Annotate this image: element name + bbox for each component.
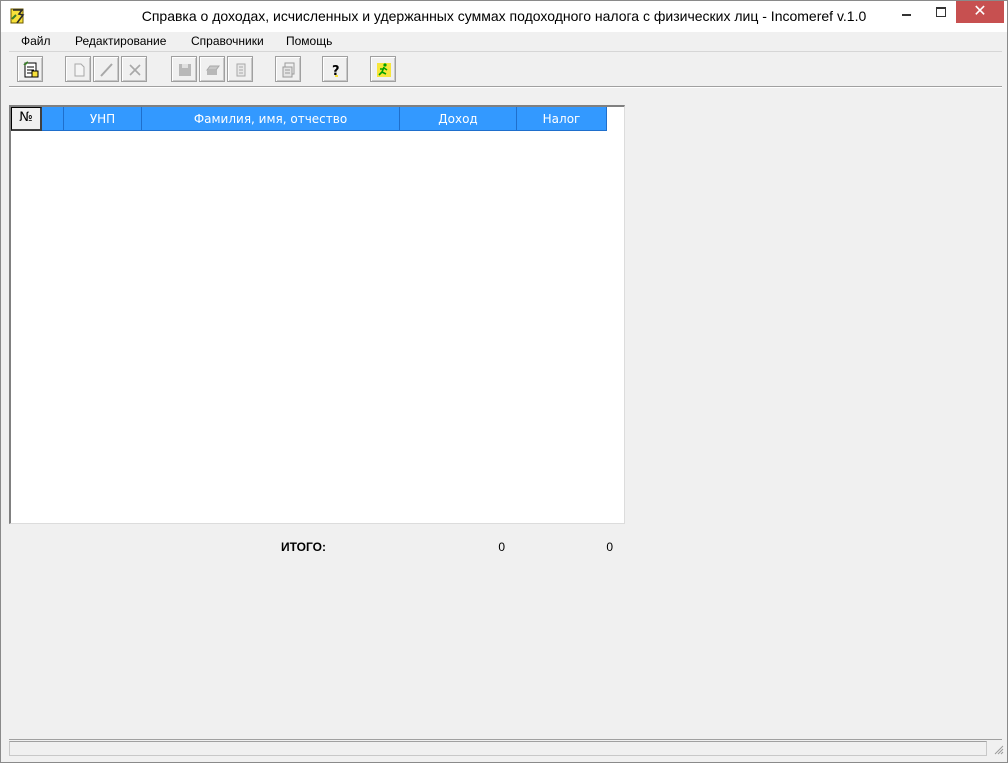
menu-help[interactable]: Помощь bbox=[286, 34, 332, 48]
exit-icon bbox=[377, 63, 391, 77]
resize-grip-icon[interactable] bbox=[992, 743, 1004, 755]
maximize-button[interactable] bbox=[926, 1, 956, 23]
open-document-icon bbox=[23, 61, 39, 78]
minimize-icon bbox=[902, 14, 911, 16]
toolbar: ? bbox=[9, 53, 1002, 85]
new-button[interactable] bbox=[65, 56, 91, 82]
maximize-icon bbox=[936, 7, 946, 17]
print-icon bbox=[206, 65, 220, 75]
menu-bar: Файл Редактирование Справочники Помощь bbox=[9, 32, 1002, 51]
menu-references[interactable]: Справочники bbox=[191, 34, 264, 48]
print-button[interactable] bbox=[199, 56, 225, 82]
totals-label: ИТОГО: bbox=[281, 540, 326, 554]
column-full-name[interactable]: Фамилия, имя, отчество bbox=[142, 107, 400, 131]
total-income-value: 0 bbox=[498, 540, 505, 554]
help-icon: ? bbox=[332, 64, 340, 79]
total-tax-value: 0 bbox=[606, 540, 613, 554]
new-document-icon bbox=[74, 63, 85, 77]
menu-file[interactable]: Файл bbox=[21, 34, 51, 48]
column-number[interactable]: № bbox=[11, 107, 42, 131]
edit-button[interactable] bbox=[93, 56, 119, 82]
grid-header: № УНП Фамилия, имя, отчество Доход Налог bbox=[11, 107, 607, 131]
minimize-button[interactable] bbox=[892, 1, 920, 23]
report-button[interactable] bbox=[275, 56, 301, 82]
status-panel bbox=[9, 741, 987, 756]
column-income[interactable]: Доход bbox=[400, 107, 517, 131]
delete-x-icon bbox=[129, 64, 141, 76]
report-icon bbox=[282, 62, 295, 78]
close-button[interactable]: ✕ bbox=[956, 1, 1004, 23]
column-tax[interactable]: Налог bbox=[517, 107, 607, 131]
window-title: Справка о доходах, исчисленных и удержан… bbox=[141, 8, 867, 24]
app-window: Справка о доходах, исчисленных и удержан… bbox=[0, 0, 1008, 763]
column-indicator[interactable] bbox=[42, 107, 64, 131]
column-unp[interactable]: УНП bbox=[64, 107, 142, 131]
edit-pencil-icon bbox=[100, 63, 113, 77]
toolbar-divider-highlight bbox=[9, 87, 1002, 88]
menu-separator bbox=[9, 51, 1002, 52]
records-grid[interactable]: № УНП Фамилия, имя, отчество Доход Налог bbox=[9, 105, 625, 524]
help-button[interactable]: ? bbox=[322, 56, 348, 82]
open-button[interactable] bbox=[17, 56, 43, 82]
save-button[interactable] bbox=[171, 56, 197, 82]
page-icon bbox=[236, 63, 246, 77]
close-icon: ✕ bbox=[973, 3, 987, 20]
delete-button[interactable] bbox=[121, 56, 147, 82]
save-disk-icon bbox=[179, 64, 191, 76]
exit-button[interactable] bbox=[370, 56, 396, 82]
status-bar bbox=[9, 739, 1004, 756]
menu-edit[interactable]: Редактирование bbox=[75, 34, 166, 48]
title-bar[interactable]: Справка о доходах, исчисленных и удержан… bbox=[1, 1, 1007, 32]
page-button[interactable] bbox=[227, 56, 253, 82]
